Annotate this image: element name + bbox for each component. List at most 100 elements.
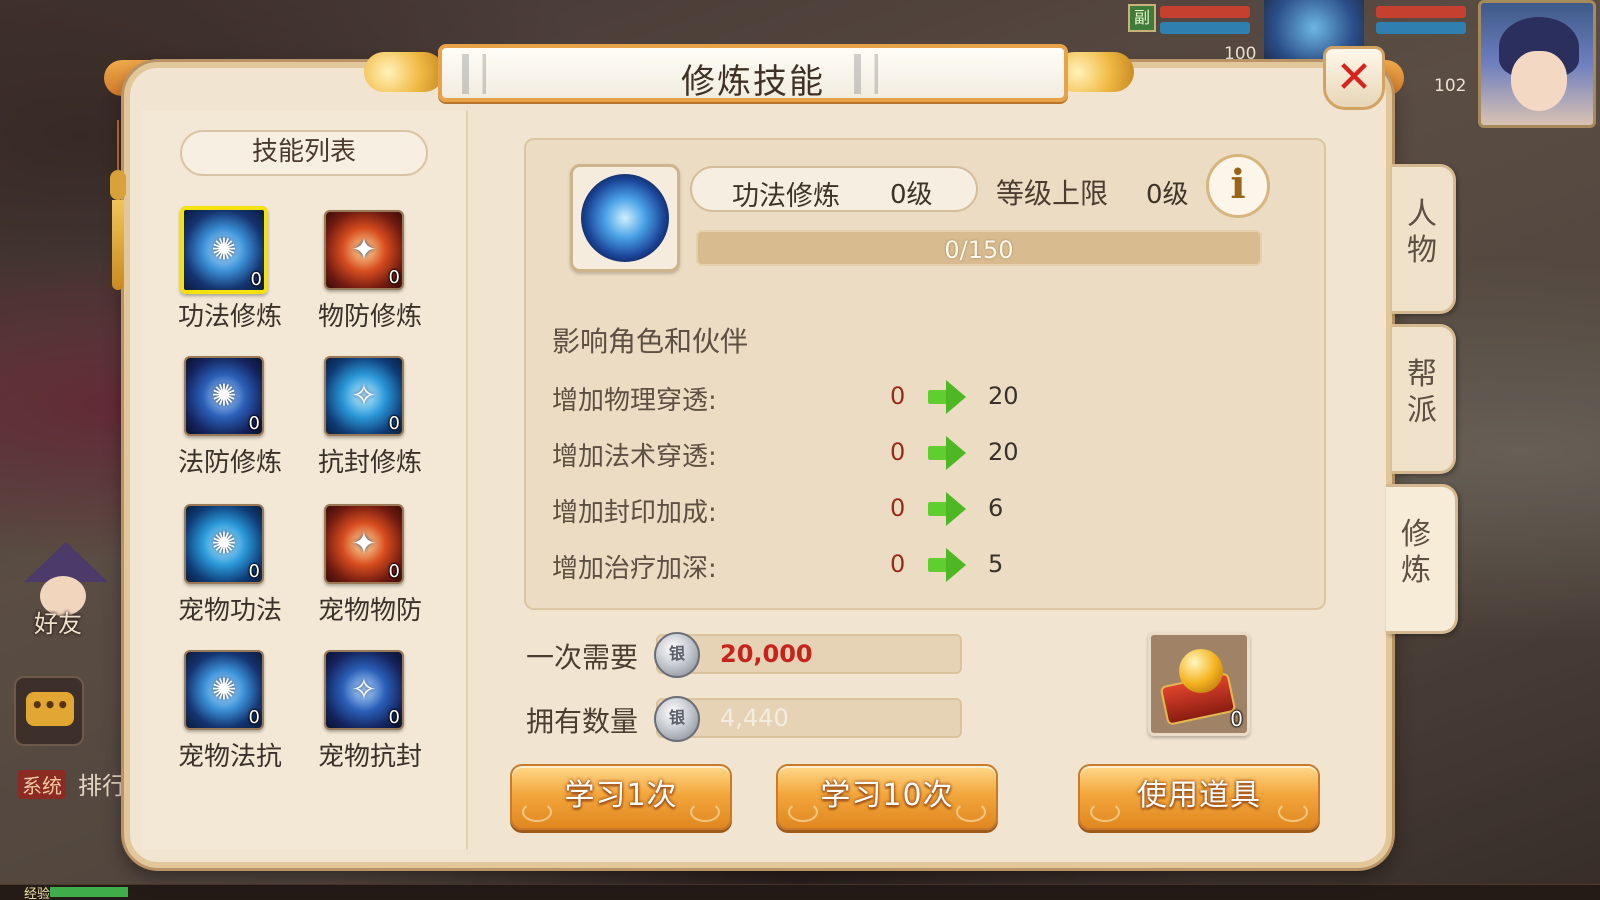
gongfa-skill-icon: ✺ 0 [180, 206, 268, 294]
required-value: 20,000 [720, 640, 813, 668]
stat-label: 增加物理穿透: [552, 386, 717, 416]
skill-name: 法防修炼 [177, 448, 282, 478]
exp-bar [0, 884, 1600, 900]
skill-item-pet-kangfeng[interactable]: ✧ 0 宠物抗封 [310, 640, 430, 780]
skill-glyph: ✺ [211, 672, 237, 708]
learn-once-button[interactable]: 学习1次 [510, 764, 732, 830]
owned-value: 4,440 [720, 704, 789, 732]
skill-count: 0 [248, 413, 260, 434]
pendant-cord [117, 120, 119, 170]
skill-name-plate: 功法修炼 0级 [690, 166, 978, 212]
level-cap-label: 等级上限 [996, 177, 1109, 210]
pendant-knot [110, 170, 126, 200]
stat-row: 增加法术穿透: 0 20 [552, 436, 1052, 472]
pet-hp-bar [1160, 6, 1250, 18]
cost-row-required: 一次需要 银 20,000 [526, 632, 962, 678]
stat-row: 增加物理穿透: 0 20 [552, 380, 1052, 416]
skill-list-header: 技能列表 [180, 130, 428, 176]
skill-item-gongfa[interactable]: ✺ 0 功法修炼 [170, 200, 290, 340]
affect-title: 影响角色和伙伴 [552, 325, 749, 358]
character-portrait[interactable] [1478, 0, 1596, 128]
stat-label: 增加治疗加深: [552, 554, 717, 584]
skill-name: 功法修炼 [177, 302, 282, 332]
skill-progress-bar: 0/150 [696, 230, 1262, 266]
stat-row: 增加封印加成: 0 6 [552, 492, 1052, 528]
skill-item-wufang[interactable]: ✦ 0 物防修炼 [310, 200, 430, 340]
info-icon[interactable]: i [1206, 154, 1270, 218]
skill-glyph: ✦ [351, 526, 377, 562]
stat-next: 20 [988, 382, 1019, 410]
skill-glyph: ✺ [211, 526, 237, 562]
wufang-skill-icon: ✦ 0 [324, 210, 404, 290]
pet-gongfa-skill-icon: ✺ 0 [184, 504, 264, 584]
stat-row: 增加治疗加深: 0 5 [552, 548, 1052, 584]
pet-status-bars [1160, 6, 1250, 46]
skill-name: 抗封修炼 [317, 448, 422, 478]
required-label: 一次需要 [526, 641, 639, 674]
skill-item-pet-gongfa[interactable]: ✺ 0 宠物功法 [170, 494, 290, 634]
stat-next: 6 [988, 494, 1004, 522]
skill-item-kangfeng[interactable]: ✧ 0 抗封修炼 [310, 346, 430, 486]
char-mp-bar [1376, 22, 1466, 34]
pet-kangfeng-skill-icon: ✧ 0 [324, 650, 404, 730]
buff-icon-label: 副 [1133, 8, 1150, 27]
tab-guild[interactable]: 帮派 [1392, 324, 1456, 474]
skill-count: 0 [388, 561, 400, 582]
tab-label: 帮派 [1407, 357, 1437, 428]
arrow-right-icon [928, 380, 968, 414]
skill-item-fafang[interactable]: ✺ 0 法防修炼 [170, 346, 290, 486]
golden-orb-icon [1179, 649, 1223, 693]
level-cap-value: 0级 [1146, 180, 1189, 210]
learn-ten-button[interactable]: 学习10次 [776, 764, 998, 830]
skill-count: 0 [388, 707, 400, 728]
skill-item-pet-fakang[interactable]: ✺ 0 宠物法抗 [170, 640, 290, 780]
stat-current: 0 [890, 382, 906, 410]
tab-character[interactable]: 人物 [1392, 164, 1456, 314]
system-message-text: 排行 [78, 772, 126, 800]
close-icon: ✕ [1335, 52, 1373, 103]
stat-next: 5 [988, 550, 1004, 578]
skill-name: 物防修炼 [317, 302, 422, 332]
stat-current: 0 [890, 494, 906, 522]
skill-progress-text: 0/150 [944, 236, 1014, 264]
stat-label: 增加封印加成: [552, 498, 717, 528]
pet-fakang-skill-icon: ✺ 0 [184, 650, 264, 730]
tab-cultivation[interactable]: 修炼 [1386, 484, 1458, 634]
pendant-tassel [112, 200, 124, 290]
skill-count: 0 [388, 413, 400, 434]
stat-current: 0 [890, 550, 906, 578]
skill-glyph: ✧ [351, 378, 377, 414]
skill-name: 宠物抗封 [317, 742, 422, 772]
cultivation-item-slot[interactable]: 0 [1148, 632, 1250, 736]
pet-mp-bar [1160, 22, 1250, 34]
arrow-right-icon [928, 436, 968, 470]
system-channel-tag: 系统 [18, 770, 66, 799]
skill-glyph: ✧ [351, 672, 377, 708]
portrait-face [1511, 51, 1567, 111]
friend-label[interactable]: 好友 [34, 604, 82, 639]
cloud-ornament-left [364, 52, 444, 92]
skill-count: 0 [248, 561, 260, 582]
owned-field [656, 698, 962, 738]
panel-divider [466, 110, 468, 850]
selected-skill-name: 功法修炼 [732, 181, 840, 212]
close-button[interactable]: ✕ [1323, 46, 1385, 110]
kangfeng-skill-icon: ✧ 0 [324, 356, 404, 436]
cost-row-owned: 拥有数量 银 4,440 [526, 696, 962, 742]
skill-name: 宠物功法 [177, 596, 282, 626]
fafang-skill-icon: ✺ 0 [184, 356, 264, 436]
skill-glyph: ✺ [211, 378, 237, 414]
arrow-right-icon [928, 492, 968, 526]
tab-label: 修炼 [1401, 517, 1431, 588]
use-item-button[interactable]: 使用道具 [1078, 764, 1320, 830]
skill-item-pet-wufang[interactable]: ✦ 0 宠物物防 [310, 494, 430, 634]
stat-label: 增加法术穿透: [552, 442, 717, 472]
selected-skill-level: 0级 [890, 180, 933, 210]
exp-bar-fill [50, 887, 128, 897]
pet-wufang-skill-icon: ✦ 0 [324, 504, 404, 584]
skill-count: 0 [248, 707, 260, 728]
chat-button[interactable]: ••• [14, 676, 84, 746]
buff-icon[interactable]: 副 [1128, 4, 1156, 32]
tassel-pendant [108, 120, 128, 290]
selected-skill-icon [570, 164, 680, 272]
